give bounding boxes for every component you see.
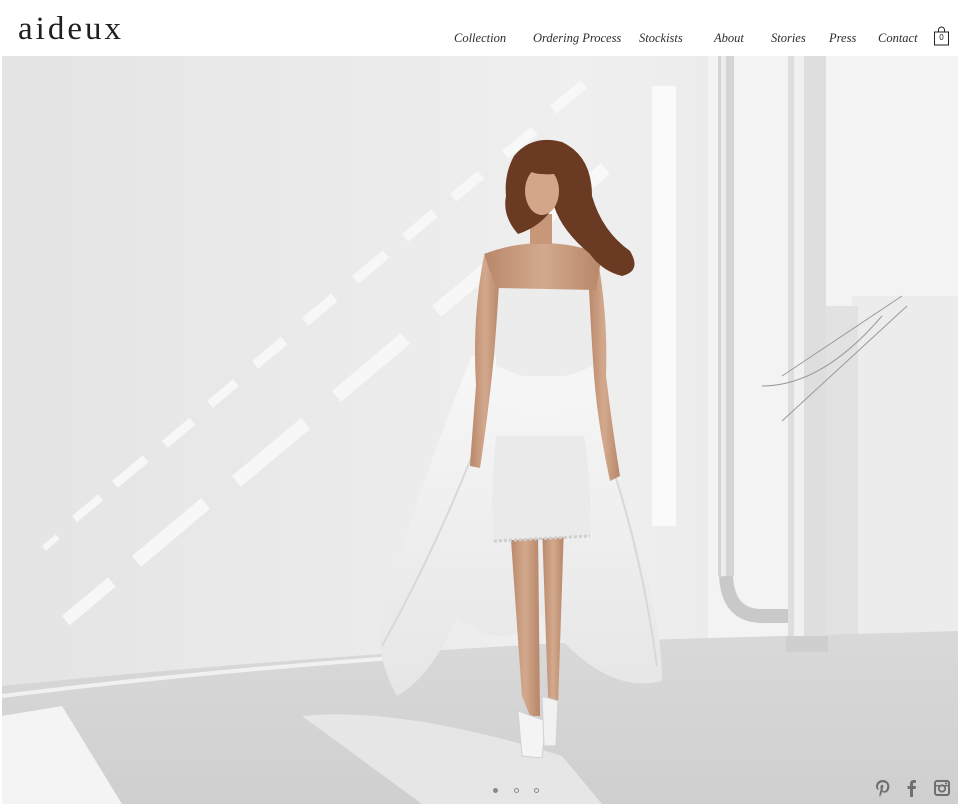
cart-count: 0 bbox=[939, 33, 944, 42]
nav-stories[interactable]: Stories bbox=[771, 31, 806, 46]
instagram-link[interactable] bbox=[932, 778, 952, 798]
nav-contact[interactable]: Contact bbox=[878, 31, 918, 46]
hero-image bbox=[2, 56, 958, 804]
nav-press[interactable]: Press bbox=[829, 31, 856, 46]
pinterest-icon bbox=[876, 780, 890, 797]
site-header: aideux Collection Ordering Process Stock… bbox=[0, 0, 960, 56]
hero-slideshow[interactable] bbox=[2, 56, 958, 804]
cart-button[interactable]: 0 bbox=[933, 26, 950, 46]
nav-ordering-process[interactable]: Ordering Process bbox=[533, 31, 621, 46]
page: aideux Collection Ordering Process Stock… bbox=[0, 0, 960, 806]
pinterest-link[interactable] bbox=[873, 778, 893, 798]
facebook-link[interactable] bbox=[902, 778, 922, 798]
slide-dot-2[interactable] bbox=[514, 788, 519, 793]
instagram-icon bbox=[934, 780, 950, 796]
facebook-icon bbox=[907, 780, 916, 797]
nav-stockists[interactable]: Stockists bbox=[639, 31, 683, 46]
slide-dot-1[interactable] bbox=[493, 788, 498, 793]
slideshow-pagination bbox=[490, 788, 544, 796]
nav-collection[interactable]: Collection bbox=[454, 31, 506, 46]
main-nav: Collection Ordering Process Stockists Ab… bbox=[0, 31, 960, 47]
slide-dot-3[interactable] bbox=[534, 788, 539, 793]
nav-about[interactable]: About bbox=[714, 31, 744, 46]
